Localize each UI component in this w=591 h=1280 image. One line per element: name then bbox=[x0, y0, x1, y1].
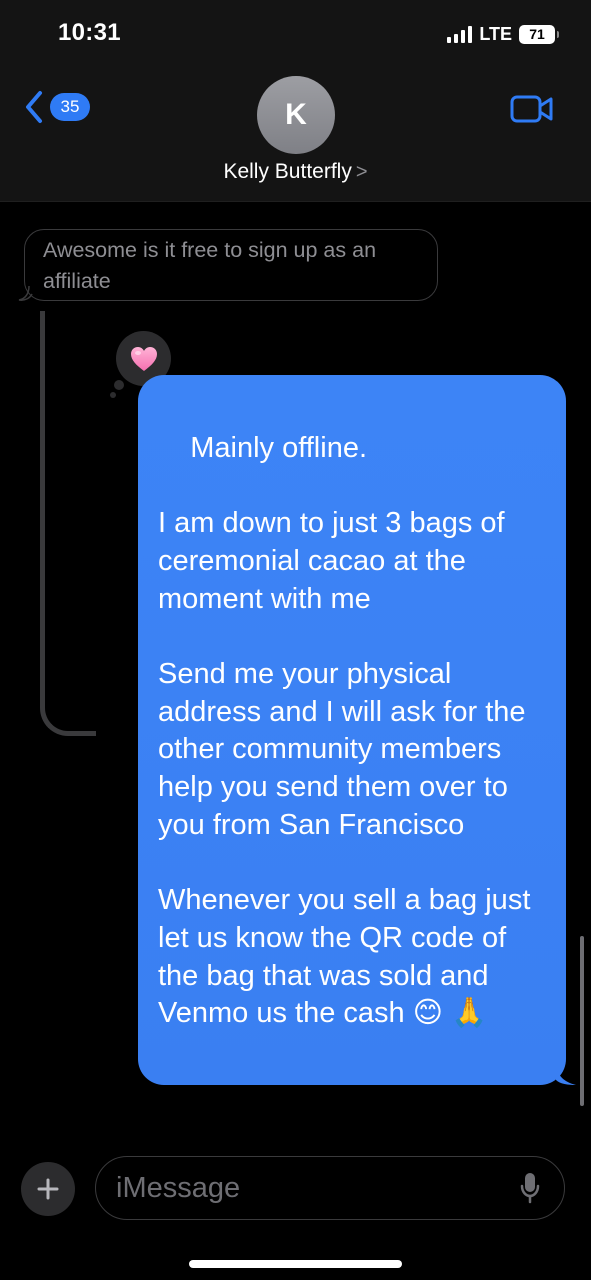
dictation-button[interactable] bbox=[516, 1170, 544, 1206]
outgoing-message-text: Mainly offline. I am down to just 3 bags… bbox=[158, 431, 531, 1030]
scroll-indicator[interactable] bbox=[580, 936, 584, 1106]
quoted-message-text: Awesome is it free to sign up as an affi… bbox=[43, 238, 377, 293]
quoted-bubble-tail bbox=[18, 286, 33, 301]
chevron-left-icon bbox=[26, 91, 42, 123]
contact-name: Kelly Butterfly bbox=[223, 160, 352, 183]
tapback-bubble-dot bbox=[114, 380, 124, 390]
tapback-bubble-dot-small bbox=[110, 392, 116, 398]
status-indicators: LTE 71 bbox=[447, 22, 559, 46]
home-indicator[interactable] bbox=[189, 1260, 402, 1268]
pink-heart-icon bbox=[131, 347, 157, 371]
microphone-icon bbox=[520, 1173, 540, 1204]
contact-avatar[interactable]: K bbox=[257, 76, 335, 154]
imessage-screen: 10:31 LTE 71 35 K Kelly Butterfly > Awes… bbox=[0, 0, 591, 1280]
outgoing-bubble-tail bbox=[556, 1066, 576, 1085]
chevron-right-icon: > bbox=[355, 161, 368, 183]
apps-plus-button[interactable] bbox=[21, 1162, 75, 1216]
facetime-video-button[interactable] bbox=[510, 94, 554, 129]
outgoing-message-bubble[interactable]: Mainly offline. I am down to just 3 bags… bbox=[138, 375, 566, 1085]
plus-icon bbox=[37, 1178, 59, 1200]
battery-icon: 71 bbox=[519, 24, 559, 44]
battery-level: 71 bbox=[529, 26, 545, 42]
quoted-message-bubble[interactable]: Awesome is it free to sign up as an affi… bbox=[24, 229, 438, 301]
status-time: 10:31 bbox=[58, 19, 121, 46]
network-type: LTE bbox=[479, 23, 512, 44]
reply-thread-line bbox=[40, 311, 96, 736]
signal-icon bbox=[447, 25, 473, 43]
contact-name-button[interactable]: Kelly Butterfly > bbox=[0, 160, 591, 184]
message-input-field[interactable] bbox=[95, 1156, 565, 1220]
back-button[interactable]: 35 bbox=[24, 90, 90, 124]
unread-count-badge: 35 bbox=[50, 93, 90, 121]
avatar-initial: K bbox=[285, 98, 307, 131]
conversation-header: 10:31 LTE 71 35 K Kelly Butterfly > bbox=[0, 0, 591, 202]
video-camera-icon bbox=[510, 95, 553, 123]
message-input[interactable] bbox=[116, 1171, 516, 1205]
